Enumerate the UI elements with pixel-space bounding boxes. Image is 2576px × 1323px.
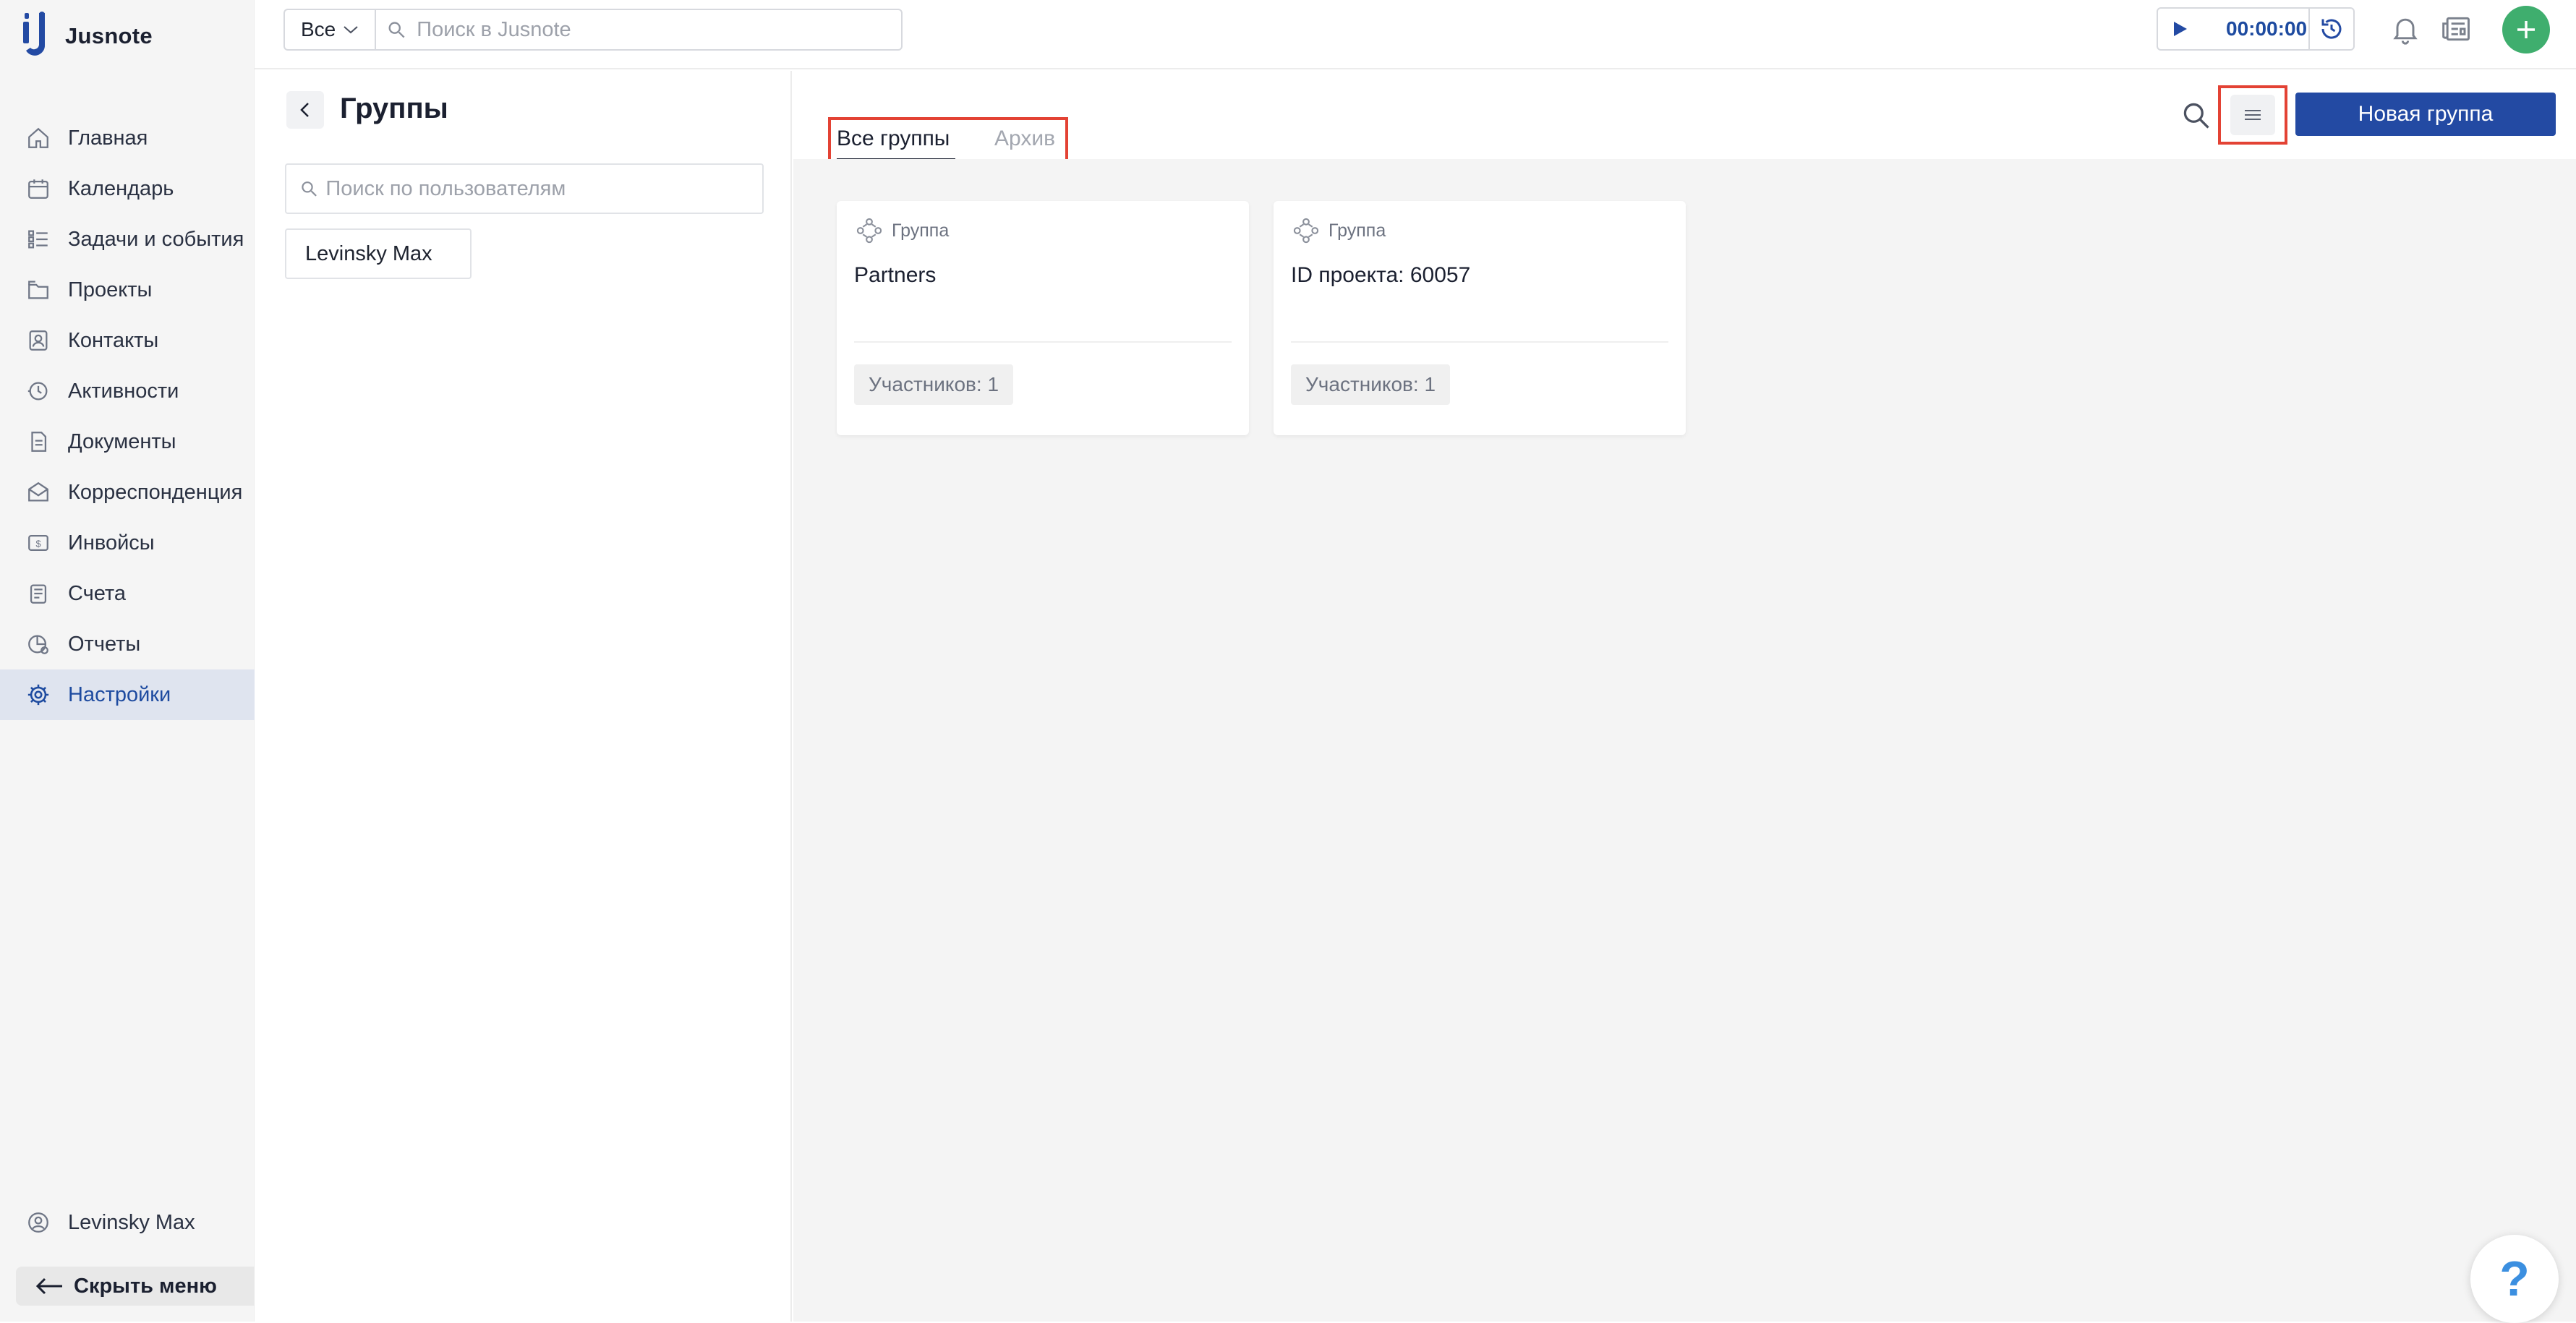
quick-add-button[interactable] <box>2502 6 2550 53</box>
plus-icon <box>2517 21 2535 38</box>
sidebar-item-accounts[interactable]: Счета <box>0 568 255 619</box>
search-icon <box>302 181 317 197</box>
sidebar-item-label: Активности <box>68 379 179 403</box>
jusnote-logo-icon <box>23 12 46 56</box>
sidebar-item-label: Документы <box>68 429 176 453</box>
sidebar-item-label: Главная <box>68 126 148 150</box>
timer-value: 00:00:00 <box>2226 17 2308 40</box>
timer: 00:00:00 <box>2157 7 2355 51</box>
card-divider <box>1291 341 1668 343</box>
sidebar-item-home[interactable]: Главная <box>0 113 255 163</box>
group-icon <box>1293 218 1319 244</box>
timer-history-button[interactable] <box>2308 9 2353 49</box>
tab-archive[interactable]: Архив <box>994 119 1055 159</box>
group-kind-label: Группа <box>892 220 950 241</box>
group-card[interactable]: Группа ID проекта: 60057 Участников: 1 <box>1274 201 1686 435</box>
calendar-icon <box>28 179 48 199</box>
mail-icon <box>28 481 48 502</box>
accounts-icon <box>30 584 47 604</box>
sidebar-item-projects[interactable]: Проекты <box>0 265 255 315</box>
sidebar-item-settings[interactable]: Настройки <box>0 669 255 720</box>
members-badge: Участников: 1 <box>1291 364 1451 405</box>
chevron-down-icon <box>344 26 358 34</box>
hide-menu-label: Скрыть меню <box>74 1274 217 1298</box>
timer-play-button[interactable] <box>2158 9 2203 49</box>
news-icon[interactable] <box>2440 13 2473 45</box>
sidebar: Jusnote Главная Календарь Задачи и событ… <box>0 0 255 1322</box>
card-divider <box>854 341 1232 343</box>
sidebar-item-label: Задачи и события <box>68 227 244 251</box>
search-icon[interactable] <box>2180 100 2212 132</box>
current-user[interactable]: Levinsky Max <box>0 1197 255 1248</box>
groups-header: Все группы Архив Новая группа <box>793 71 2576 163</box>
sidebar-item-label: Календарь <box>68 176 174 200</box>
svg-text:$: $ <box>35 539 40 549</box>
sidebar-item-label: Счета <box>68 581 126 605</box>
group-title: Partners <box>854 263 937 287</box>
sidebar-item-label: Проекты <box>68 278 153 301</box>
sidebar-item-reports[interactable]: Отчеты <box>0 619 255 669</box>
arrow-left-icon <box>35 1277 62 1295</box>
home-icon <box>28 127 48 148</box>
clock-history-icon <box>2321 19 2342 39</box>
sidebar-item-contacts[interactable]: Контакты <box>0 315 255 366</box>
menu-highlight-box <box>2218 85 2287 145</box>
sidebar-item-label: Контакты <box>68 328 159 352</box>
play-icon <box>2174 22 2187 36</box>
sidebar-item-mail[interactable]: Корреспонденция <box>0 467 255 518</box>
sidebar-item-label: Отчеты <box>68 632 141 656</box>
invoice-icon: $ <box>28 534 48 552</box>
sidebar-item-tasks[interactable]: Задачи и события <box>0 214 255 265</box>
gear-icon <box>27 684 49 706</box>
app-logo[interactable]: Jusnote <box>22 10 153 62</box>
sidebar-item-invoices[interactable]: $ Инвойсы <box>0 518 255 568</box>
group-title: ID проекта: 60057 <box>1291 263 1471 287</box>
contacts-icon <box>29 330 48 351</box>
app-name: Jusnote <box>65 23 153 48</box>
global-search-input[interactable] <box>417 17 901 42</box>
tasks-icon <box>28 230 48 249</box>
projects-icon <box>28 281 48 299</box>
user-icon <box>28 1212 48 1233</box>
user-search-input[interactable] <box>325 176 762 201</box>
reports-icon <box>28 635 48 654</box>
group-kind-label: Группа <box>1328 220 1386 241</box>
new-group-button[interactable]: Новая группа <box>2295 93 2556 136</box>
chevron-left-icon <box>300 103 309 117</box>
tab-all-groups[interactable]: Все группы <box>837 119 956 160</box>
groups-panel: Группы Levinsky Max <box>255 71 792 1322</box>
page-title: Группы <box>340 93 448 124</box>
hide-menu-button[interactable]: Скрыть меню <box>16 1267 255 1306</box>
search-scope-value: Все <box>301 18 336 40</box>
sidebar-nav: Главная Календарь Задачи и события Проек… <box>0 113 255 720</box>
topbar: Все 00:00:00 <box>255 0 2576 69</box>
group-kind: Группа <box>1291 215 1386 246</box>
sidebar-item-activity[interactable]: Активности <box>0 366 255 416</box>
group-icon <box>856 218 882 244</box>
group-kind: Группа <box>854 215 949 246</box>
current-user-name: Levinsky Max <box>68 1210 195 1234</box>
global-search <box>375 9 903 51</box>
help-button[interactable]: ? <box>2470 1235 2559 1323</box>
sidebar-item-label: Корреспонденция <box>68 480 243 504</box>
sidebar-item-calendar[interactable]: Календарь <box>0 163 255 214</box>
user-filter-chip[interactable]: Levinsky Max <box>285 228 472 279</box>
documents-icon <box>31 432 47 452</box>
list-view-button[interactable] <box>2230 95 2275 135</box>
search-scope-select[interactable]: Все <box>283 9 375 51</box>
bell-icon[interactable] <box>2389 13 2421 45</box>
activity-icon <box>27 382 48 401</box>
groups-content: Группа Partners Участников: 1 Группа ID … <box>793 159 2576 1322</box>
sidebar-item-documents[interactable]: Документы <box>0 416 255 467</box>
group-card[interactable]: Группа Partners Участников: 1 <box>837 201 1249 435</box>
members-badge: Участников: 1 <box>854 364 1014 405</box>
sidebar-item-label: Инвойсы <box>68 531 155 555</box>
back-button[interactable] <box>286 91 324 129</box>
sidebar-item-label: Настройки <box>68 682 171 706</box>
hamburger-icon <box>2245 110 2261 120</box>
user-search <box>285 163 764 214</box>
search-icon <box>388 22 405 38</box>
